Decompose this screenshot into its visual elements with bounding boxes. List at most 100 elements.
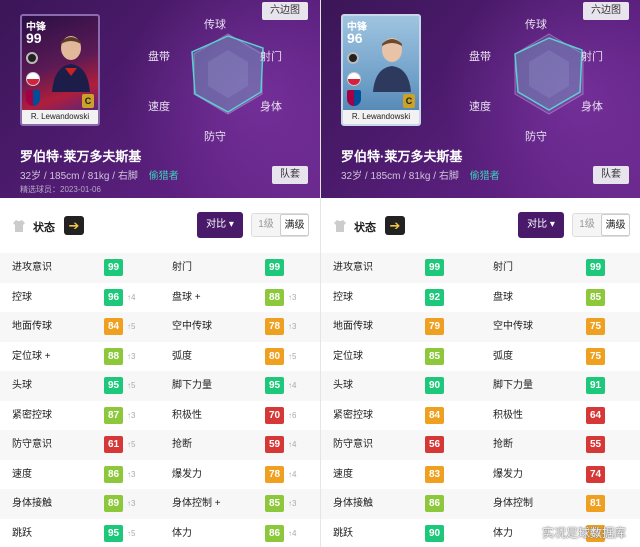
stat-name: 头球	[12, 380, 32, 391]
stat-name: 跳跃	[12, 527, 32, 539]
stat-value: 74	[586, 465, 605, 483]
stat-value: 80	[265, 347, 284, 365]
stat-row: 身体接触 86 身体控制 81	[321, 489, 640, 519]
status-toolbar: 状态 ➔ 对比 ▾ 1级 满级	[0, 198, 320, 253]
card-nameplate: R. Lewandowski	[22, 110, 98, 124]
stat-row: 地面传球 84 ↑5 空中传球 78 ↑3	[0, 312, 320, 342]
stat-value: 91	[586, 377, 605, 394]
poland-flag-icon	[26, 72, 40, 86]
poland-flag-icon	[347, 72, 361, 86]
stat-boost: ↑5	[288, 351, 297, 361]
stat-row: 定位球 + 88 ↑3 弧度 80 ↑5	[0, 342, 320, 372]
stat-name: 抢断	[493, 439, 513, 450]
stat-boost: ↑5	[127, 322, 136, 331]
level-1-toggle[interactable]: 1级	[252, 214, 280, 236]
stat-name: 盘球 +	[172, 291, 201, 303]
stat-value: 85	[586, 288, 605, 306]
stat-value: 56	[425, 436, 444, 453]
player-name: 罗伯特·莱万多夫斯基	[341, 149, 463, 164]
card-grade-badge: C	[403, 94, 415, 108]
level-max-toggle[interactable]: 满级	[601, 214, 630, 236]
radar-label-defense: 防守	[525, 131, 547, 143]
stat-name: 进攻意识	[12, 262, 52, 273]
stat-name: 定位球 +	[12, 350, 51, 362]
stat-value: 90	[425, 524, 444, 542]
stat-name: 跳跃	[333, 527, 353, 539]
stat-value: 75	[586, 347, 605, 365]
player-portrait-icon	[52, 36, 90, 92]
stat-row: 进攻意识 99 射门 99	[0, 253, 320, 283]
condition-arrow-icon[interactable]: ➔	[385, 216, 405, 235]
stat-name: 爆发力	[172, 468, 202, 480]
stat-value: 95	[265, 377, 284, 394]
stat-name: 紧密控球	[333, 409, 373, 421]
stat-name: 控球	[12, 291, 32, 303]
stat-value: 92	[425, 288, 444, 306]
stat-name: 控球	[333, 291, 353, 303]
stat-boost: ↑5	[127, 528, 136, 538]
club-crest-icon	[347, 90, 361, 106]
stat-value: 75	[586, 318, 605, 335]
status-label: 状态	[354, 222, 376, 234]
stat-name: 体力	[493, 527, 513, 539]
compare-button[interactable]: 对比 ▾	[197, 212, 243, 238]
shirt-icon	[13, 220, 25, 232]
stat-boost: ↑3	[288, 322, 297, 331]
featured-date: 精选球员：2023-01-06	[20, 185, 101, 194]
play-style[interactable]: 偷猎者	[149, 171, 179, 182]
stat-row: 身体接触 89 ↑3 身体控制 + 85 ↑3	[0, 489, 320, 519]
stat-name: 紧密控球	[12, 409, 52, 421]
card-rating: 96	[347, 30, 363, 46]
stats-table: 进攻意识 99 射门 99 控球 96 ↑4 盘球 + 88 ↑3 地面传球 84 ↑5 空中传球 78 ↑3…	[0, 253, 320, 547]
stat-value: 96	[104, 288, 123, 306]
stat-boost: ↑4	[288, 440, 297, 449]
stat-name: 头球	[333, 380, 353, 391]
stat-name: 身体控制 +	[172, 498, 221, 509]
shirt-icon	[334, 220, 346, 232]
level-max-toggle[interactable]: 满级	[280, 214, 309, 236]
stat-name: 空中传球	[493, 321, 533, 332]
radar-label-shooting: 射门	[581, 51, 603, 63]
stat-value: 86	[104, 465, 123, 483]
stat-value: 79	[425, 318, 444, 335]
level-1-toggle[interactable]: 1级	[573, 214, 601, 236]
stat-value: 99	[104, 259, 123, 276]
stat-value: 88	[104, 347, 123, 365]
stats-table: 进攻意识 99 射门 99 控球 92 盘球 85 地面传球 79 空中传球 75 定位球 85 弧度 75 头…	[321, 253, 640, 547]
stat-value: 55	[586, 436, 605, 453]
stat-boost: ↑4	[127, 292, 136, 302]
stat-value: 61	[104, 436, 123, 453]
stat-value: 89	[104, 495, 123, 512]
radar-chart: 传球 盘带 射门 速度 身体 防守	[461, 12, 636, 143]
stat-value: 87	[104, 406, 123, 424]
compare-button[interactable]: 对比 ▾	[518, 212, 564, 238]
play-style[interactable]: 偷猎者	[470, 171, 500, 182]
stat-value: 90	[425, 377, 444, 394]
stat-name: 地面传球	[12, 321, 52, 332]
stat-row: 速度 83 爆发力 74	[321, 460, 640, 490]
stat-value: 85	[265, 495, 284, 512]
stat-row: 头球 95 ↑5 脚下力量 95 ↑4	[0, 371, 320, 401]
stat-boost: ↑4	[288, 469, 297, 479]
player-card[interactable]: 中锋 96 C R. Lewandowski	[341, 14, 421, 126]
player-bio: 32岁 / 185cm / 81kg / 右脚	[341, 171, 459, 182]
player-card[interactable]: 中锋 99 C R. Lewandowski	[20, 14, 100, 126]
stat-boost: ↑4	[288, 528, 297, 538]
stat-name: 身体接触	[333, 498, 373, 509]
radar-chart: 传球 盘带 射门 速度 身体 防守	[140, 12, 315, 143]
team-kit-button[interactable]: 队套	[593, 166, 629, 184]
stat-boost: ↑3	[127, 410, 136, 420]
stat-boost: ↑5	[127, 440, 136, 449]
condition-arrow-icon[interactable]: ➔	[64, 216, 84, 235]
stat-row: 控球 92 盘球 85	[321, 283, 640, 313]
stat-value: 78	[265, 465, 284, 483]
stat-row: 防守意识 56 抢断 55	[321, 430, 640, 460]
team-kit-button[interactable]: 队套	[272, 166, 308, 184]
stat-row: 紧密控球 84 积极性 64	[321, 401, 640, 431]
stat-value: 84	[425, 406, 444, 424]
stat-name: 身体接触	[12, 498, 52, 509]
radar-label-physical: 身体	[581, 101, 603, 113]
stat-value: 95	[104, 377, 123, 394]
ball-icon	[347, 52, 359, 64]
stat-name: 防守意识	[12, 439, 52, 450]
